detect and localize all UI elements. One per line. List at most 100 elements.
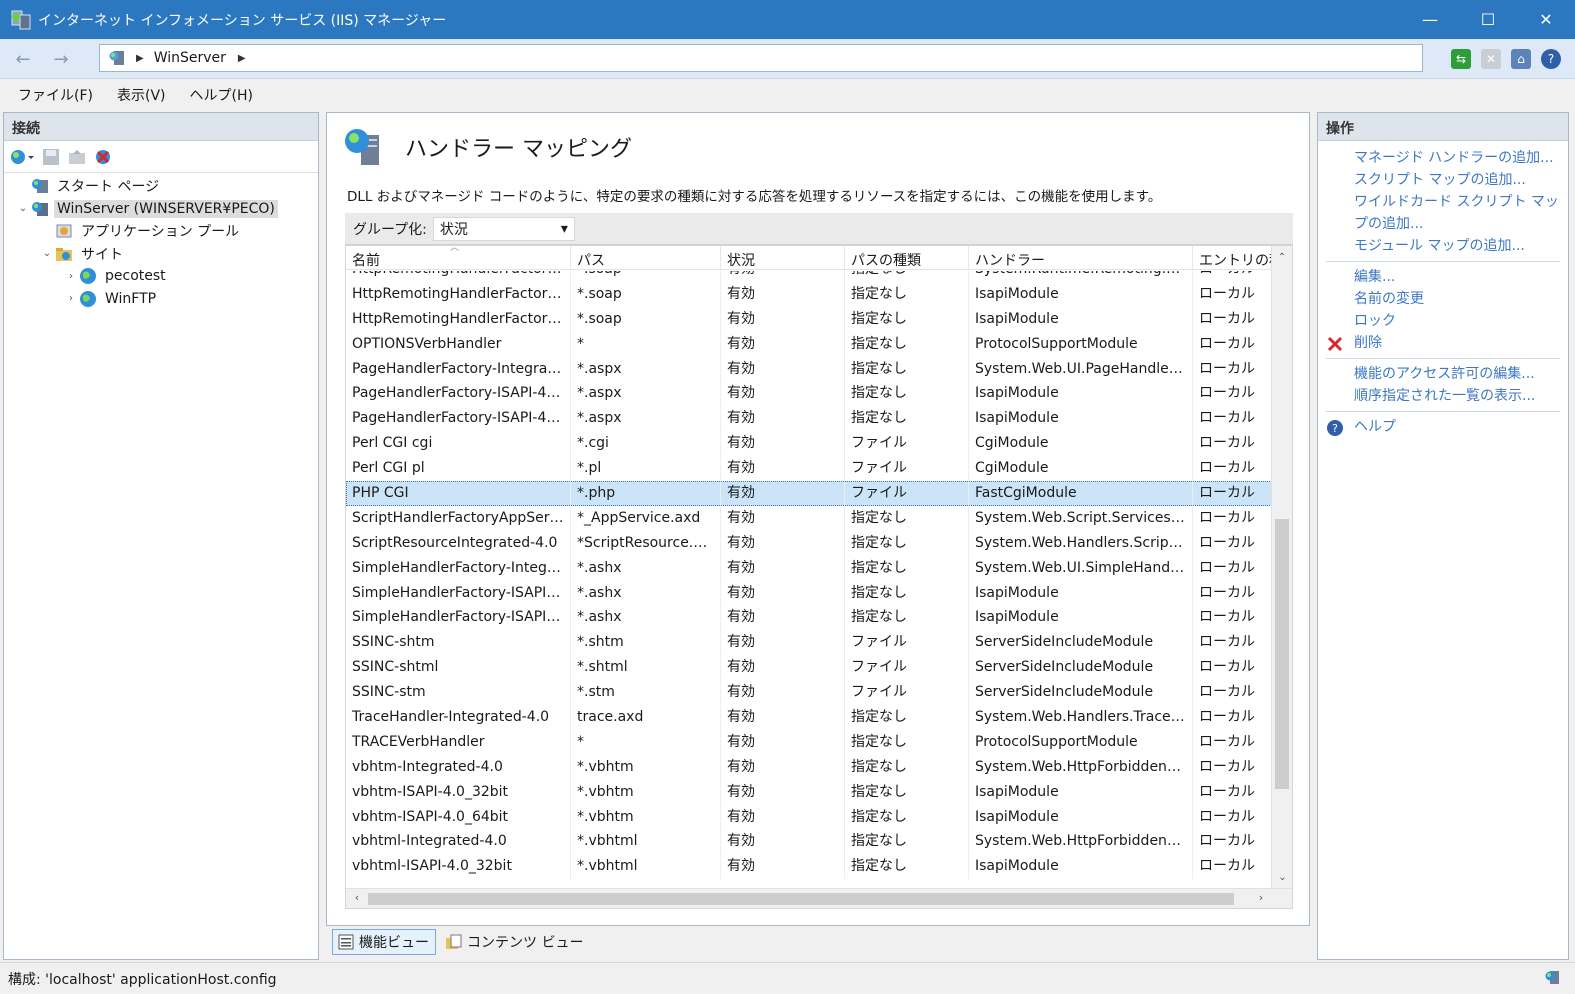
table-row[interactable]: SSINC-stm *.stm 有効 ファイル ServerSideIncludeMod… <box>346 680 1272 706</box>
actions-list: マネージド ハンドラーの追加... スクリプト マップの追加... ワイルドカード … <box>1318 141 1568 438</box>
tree-item[interactable]: › pecotest <box>4 265 318 288</box>
tab-content-view[interactable]: コンテンツ ビュー <box>440 929 590 955</box>
table-row[interactable]: OPTIONSVerbHandler * 有効 指定なし ProtocolSupport… <box>346 331 1272 357</box>
table-row[interactable]: vbhtml-ISAPI-4.0_32bit *.vbhtml 有効 指定なし Isap… <box>346 854 1272 880</box>
disconnect-icon[interactable] <box>93 147 113 167</box>
cell-handler: System.Web.UI.SimpleHandle... <box>969 555 1193 581</box>
close-button[interactable]: ✕ <box>1517 0 1575 39</box>
tree-item[interactable]: アプリケーション プール <box>4 220 318 243</box>
action-link[interactable]: モジュール マップの追加... <box>1318 235 1568 257</box>
tree-item-label: スタート ページ <box>57 179 160 196</box>
connect-globe-icon[interactable] <box>9 147 34 167</box>
sort-ascending-icon: ︿ <box>450 246 460 253</box>
up-folder-icon[interactable] <box>67 147 87 167</box>
action-link[interactable]: 名前の変更 <box>1318 288 1568 310</box>
cell-handler: System.Web.Handlers.ScriptR... <box>969 530 1193 556</box>
forward-button[interactable]: → <box>46 46 76 72</box>
table-row[interactable]: vbhtml-Integrated-4.0 *.vbhtml 有効 指定なし Syste… <box>346 829 1272 855</box>
group-by-select[interactable]: 状況 ▾ <box>432 216 575 241</box>
action-link[interactable]: 機能のアクセス許可の編集... <box>1318 363 1568 385</box>
tree-item[interactable]: › WinFTP <box>4 288 318 311</box>
action-link[interactable]: マネージド ハンドラーの追加... <box>1318 147 1568 169</box>
menu-help[interactable]: ヘルプ(H) <box>190 85 253 105</box>
actions-panel: 操作 マネージド ハンドラーの追加... スクリプト マップの追加... ワイルドカ… <box>1317 112 1569 960</box>
cell-state: 有効 <box>721 655 845 681</box>
vertical-scroll-thumb[interactable] <box>1275 519 1289 789</box>
action-link[interactable]: 編集... <box>1318 266 1568 288</box>
table-row[interactable]: PageHandlerFactory-Integrate... *.aspx 有効指… <box>346 356 1272 382</box>
tree-item[interactable]: スタート ページ <box>4 175 318 198</box>
table-row[interactable]: PHP CGI *.php 有効 ファイル FastCgiModule ローカル <box>346 481 1272 506</box>
refresh-icon[interactable]: ⇆ <box>1451 49 1471 69</box>
table-row[interactable]: vbhtm-Integrated-4.0 *.vbhtm 有効 指定なし System.… <box>346 754 1272 780</box>
table-row[interactable]: SimpleHandlerFactory-Integrat... *.ashx 有効… <box>346 555 1272 581</box>
back-button[interactable]: ← <box>8 46 38 72</box>
breadcrumb-arrow[interactable]: ▶ <box>238 53 246 64</box>
column-header-handler[interactable]: ハンドラー <box>969 246 1193 270</box>
collapsed-icon[interactable]: › <box>64 293 78 304</box>
table-row[interactable]: SimpleHandlerFactory-ISAPI-4.... *.ashx 有効… <box>346 580 1272 606</box>
breadcrumb-winserver[interactable]: WinServer <box>154 50 226 66</box>
stop-icon[interactable]: ✕ <box>1481 49 1501 69</box>
cell-state: 有効 <box>721 705 845 730</box>
table-row[interactable]: TraceHandler-Integrated-4.0 trace.axd 有効 指定… <box>346 705 1272 730</box>
table-row[interactable]: SSINC-shtml *.shtml 有効 ファイル ServerSideInclud… <box>346 655 1272 681</box>
action-link[interactable]: ロック <box>1318 310 1568 332</box>
action-link[interactable]: スクリプト マップの追加... <box>1318 169 1568 191</box>
menu-file[interactable]: ファイル(F) <box>18 85 93 105</box>
vertical-scrollbar[interactable]: ⌃ ⌄ <box>1271 246 1292 888</box>
action-link[interactable]: ワイルドカード スクリプト マップの追加... <box>1318 191 1568 235</box>
table-row[interactable]: vbhtm-ISAPI-4.0_64bit *.vbhtm 有効 指定なし IsapiM… <box>346 804 1272 830</box>
scroll-down-icon[interactable]: ⌄ <box>1272 866 1292 888</box>
table-row[interactable]: vbhtm-ISAPI-4.0_32bit *.vbhtm 有効 指定なし IsapiM… <box>346 779 1272 805</box>
cell-handler: IsapiModule <box>969 281 1193 307</box>
table-row[interactable]: Perl CGI pl *.pl 有効 ファイル CgiModule ローカル <box>346 456 1272 482</box>
server-icon <box>108 49 128 67</box>
table-row[interactable]: HttpRemotingHandlerFactory-...*.soap有効指定… <box>346 271 1272 282</box>
minimize-button[interactable]: — <box>1401 0 1459 39</box>
scroll-left-icon[interactable]: ‹ <box>348 891 366 904</box>
menu-view[interactable]: 表示(V) <box>117 85 166 105</box>
action-link[interactable]: ? ヘルプ <box>1318 416 1568 438</box>
horizontal-scroll-thumb[interactable] <box>368 893 1234 905</box>
cell-path-type: 指定なし <box>845 829 969 855</box>
table-row[interactable]: ScriptResourceIntegrated-4.0 *ScriptResou… <box>346 530 1272 556</box>
column-header-path-type[interactable]: パスの種類 <box>845 246 969 270</box>
cell-handler: ProtocolSupportModule <box>969 331 1193 357</box>
tree-item[interactable]: ⌄ サイト <box>4 243 318 266</box>
scroll-up-icon[interactable]: ⌃ <box>1272 246 1292 268</box>
tree-item[interactable]: ⌄ WinServer (WINSERVER¥PECO) <box>4 198 318 221</box>
table-row[interactable]: SSINC-shtm *.shtm 有効 ファイル ServerSideIncludeM… <box>346 630 1272 656</box>
table-row[interactable]: TRACEVerbHandler * 有効 指定なし ProtocolSupportMo… <box>346 729 1272 755</box>
expanded-icon[interactable]: ⌄ <box>40 248 54 259</box>
column-header-state[interactable]: 状況 <box>721 246 845 270</box>
expanded-icon[interactable]: ⌄ <box>16 203 30 214</box>
column-header-name[interactable]: ︿ 名前 <box>346 246 571 270</box>
collapsed-icon[interactable]: › <box>64 271 78 282</box>
cell-state: 有効 <box>721 729 845 755</box>
table-row[interactable]: PageHandlerFactory-ISAPI-4.0... *.aspx 有効指… <box>346 381 1272 407</box>
cell-path: *.cgi <box>571 431 721 457</box>
table-row[interactable]: ScriptHandlerFactoryAppServi... *_AppServ… <box>346 505 1272 531</box>
column-header-path[interactable]: パス <box>571 246 721 270</box>
cell-entry-type: ローカル <box>1193 456 1272 482</box>
scroll-right-icon[interactable]: › <box>1252 891 1270 904</box>
table-row[interactable]: HttpRemotingHandlerFactory-...*.soap有効指定… <box>346 281 1272 307</box>
cell-name: PageHandlerFactory-ISAPI-4.0... <box>346 381 571 407</box>
address-bar[interactable]: ▶ WinServer ▶ <box>99 44 1423 72</box>
table-row[interactable]: Perl CGI cgi *.cgi 有効 ファイル CgiModule ローカル <box>346 431 1272 457</box>
action-link[interactable]: 順序指定された一覧の表示... <box>1318 385 1568 407</box>
action-link[interactable]: 削除 <box>1318 332 1568 354</box>
help-icon[interactable]: ? <box>1541 49 1561 69</box>
table-row[interactable]: HttpRemotingHandlerFactory-...*.soap有効指定… <box>346 306 1272 332</box>
table-row[interactable]: PageHandlerFactory-ISAPI-4.0... *.aspx 有効指… <box>346 406 1272 432</box>
tree-item-label: pecotest <box>105 268 166 285</box>
horizontal-scrollbar[interactable]: ‹ › <box>346 888 1292 908</box>
group-by-label: グループ化: <box>353 221 427 238</box>
column-header-entry-type[interactable]: エントリの種類 <box>1193 246 1272 270</box>
home-icon[interactable]: ⌂ <box>1511 49 1531 69</box>
table-row[interactable]: SimpleHandlerFactory-ISAPI-4.... *.ashx 有効… <box>346 605 1272 631</box>
tab-feature-view[interactable]: 機能ビュー <box>332 929 436 955</box>
save-icon[interactable] <box>41 147 61 167</box>
maximize-button[interactable]: ☐ <box>1459 0 1517 39</box>
